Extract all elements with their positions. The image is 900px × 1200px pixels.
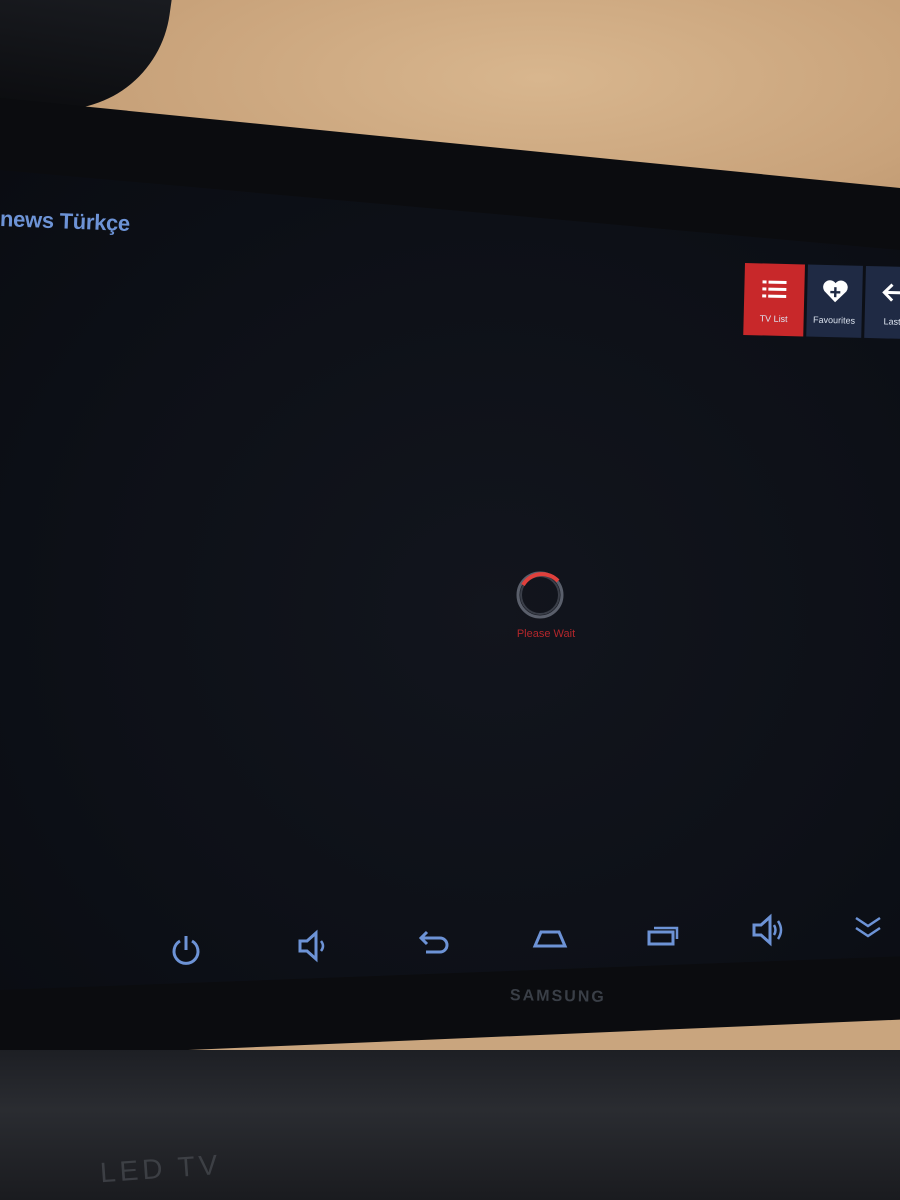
favourites-label: Favourites (813, 314, 856, 326)
arrow-left-icon (878, 279, 900, 311)
volume-up-icon[interactable] (750, 912, 786, 948)
heart-plus-icon (820, 277, 849, 309)
last-button[interactable]: Last (864, 265, 900, 340)
android-nav-bar (0, 913, 900, 978)
top-menu: TV List Favourites Last (743, 263, 900, 347)
recent-apps-icon[interactable] (645, 918, 681, 954)
loading-spinner (514, 569, 566, 621)
monitor-brand-logo: SAMSUNG (509, 987, 606, 1006)
volume-down-icon[interactable] (296, 928, 332, 964)
power-icon[interactable] (168, 932, 204, 968)
tv-list-label: TV List (759, 312, 788, 324)
collapse-icon[interactable] (850, 910, 886, 946)
last-label: Last (883, 315, 900, 327)
home-icon[interactable] (532, 920, 568, 956)
list-icon (760, 276, 789, 308)
back-icon[interactable] (416, 924, 452, 960)
loading-text: Please Wait (516, 628, 576, 640)
tv-list-button[interactable]: TV List (743, 263, 805, 337)
favourites-button[interactable]: Favourites (806, 264, 863, 338)
channel-title: news Türkçe (0, 206, 131, 236)
